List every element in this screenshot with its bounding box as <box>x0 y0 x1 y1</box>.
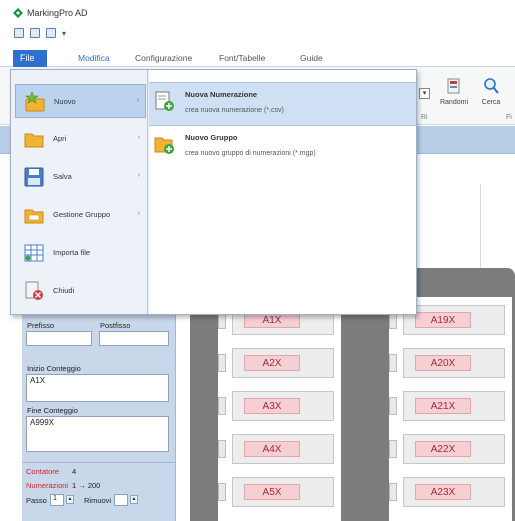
label-text[interactable]: A20X <box>415 355 471 371</box>
file-menu-commands: Nuovo › Apri › Salva › Gestione Gruppo ›… <box>11 70 148 314</box>
label-slot[interactable]: A23X <box>389 475 512 509</box>
count-start-label: Inizio Conteggio <box>27 364 81 373</box>
file-menu-item-label: Chiudi <box>53 286 75 295</box>
group-folder-icon <box>24 209 44 224</box>
search-button-label: Cerca <box>481 99 501 106</box>
chevron-right-icon: › <box>137 172 140 179</box>
qat-new-icon[interactable] <box>14 28 24 38</box>
file-menu-item-label: Importa file <box>53 248 91 257</box>
tab-configurazione[interactable]: Configurazione <box>135 53 192 63</box>
file-menu: Nuovo › Apri › Salva › Gestione Gruppo ›… <box>10 69 417 315</box>
label-text[interactable]: A4X <box>244 441 300 457</box>
save-disk-icon <box>24 167 44 187</box>
ribbon-dropdown-icon[interactable]: ▾ <box>419 88 430 99</box>
label-slot[interactable]: A22X <box>389 432 512 466</box>
tab-modifica[interactable]: Modifica <box>78 53 110 63</box>
search-button[interactable]: Cerca <box>474 77 508 106</box>
submenu-item-description: crea nuovo gruppo di numerazioni (*.mgp) <box>185 150 316 157</box>
new-group-icon <box>154 137 174 154</box>
file-menu-item-label: Salva <box>53 172 72 181</box>
numbering-range-value: 1 → 200 <box>72 481 101 490</box>
label-text[interactable]: A3X <box>244 398 300 414</box>
file-menu-item-open[interactable]: Apri › <box>15 122 146 156</box>
label-text[interactable]: A23X <box>415 484 471 500</box>
counter-section: Contatore 4 Numerazioni 1 → 200 Passo 1 … <box>22 462 176 521</box>
label-slot[interactable]: A3X <box>218 389 341 423</box>
close-document-icon <box>25 281 43 300</box>
count-end-label: Fine Conteggio <box>27 406 78 415</box>
app-logo-icon <box>13 8 23 18</box>
app-title: MarkingPro AD <box>27 8 88 18</box>
qat-customize-icon[interactable]: ▾ <box>62 29 66 38</box>
step-label: Passo <box>26 496 47 505</box>
ribbon-group-label: Ri <box>421 114 428 121</box>
ribbon-group-label: Fi <box>506 114 512 121</box>
tab-font-tabelle[interactable]: Font/Tabelle <box>219 53 265 63</box>
count-end-input[interactable]: A999X <box>26 416 169 452</box>
qat-save-icon[interactable] <box>46 28 56 38</box>
quick-access-toolbar: ▾ <box>14 26 66 40</box>
label-slot[interactable]: A2X <box>218 346 341 380</box>
file-menu-item-save[interactable]: Salva › <box>15 160 146 194</box>
search-icon <box>484 78 499 94</box>
label-strip-right: A19X A20X A21X A22X A23X <box>389 297 512 521</box>
file-menu-item-label: Gestione Gruppo <box>53 210 111 219</box>
file-menu-item-new[interactable]: Nuovo › <box>15 84 146 118</box>
label-slot[interactable]: A4X <box>218 432 341 466</box>
random-button-label: Randomi <box>439 99 468 106</box>
remove-spinner-icon[interactable]: ▴ <box>130 495 138 504</box>
remove-label: Rimuovi <box>84 496 112 505</box>
step-input[interactable]: 1 <box>50 494 64 506</box>
numbering-properties-panel: Prefisso Postfisso Inizio Conteggio A1X … <box>22 312 176 521</box>
counter-value: 4 <box>72 467 77 476</box>
label-text[interactable]: A19X <box>415 312 471 328</box>
label-slot[interactable]: A5X <box>218 475 341 509</box>
prefix-label: Prefisso <box>27 321 55 330</box>
new-numbering-icon <box>155 91 174 111</box>
new-star-folder-icon <box>25 91 45 112</box>
random-button[interactable]: Randomi <box>437 77 471 106</box>
chevron-right-icon: › <box>136 97 139 104</box>
prefix-input[interactable] <box>26 331 92 346</box>
label-text[interactable]: A2X <box>244 355 300 371</box>
numbering-range-label: Numerazioni <box>26 481 69 490</box>
title-bar: MarkingPro AD <box>0 0 515 26</box>
suffix-label: Postfisso <box>100 321 131 330</box>
chevron-right-icon: › <box>137 210 140 217</box>
file-menu-item-label: Apri <box>53 134 67 143</box>
remove-input[interactable] <box>114 494 128 506</box>
file-menu-item-import[interactable]: Importa file <box>15 236 146 270</box>
ribbon-tabs: File Modifica Configurazione Font/Tabell… <box>0 50 515 67</box>
file-menu-item-group-management[interactable]: Gestione Gruppo › <box>15 198 146 232</box>
count-start-input[interactable]: A1X <box>26 374 169 402</box>
label-text[interactable]: A5X <box>244 484 300 500</box>
submenu-item-new-group[interactable]: Nuovo Gruppo crea nuovo gruppo di numera… <box>149 126 416 170</box>
suffix-input[interactable] <box>99 331 169 346</box>
import-table-icon <box>24 244 44 262</box>
tab-guide[interactable]: Guide <box>300 53 323 63</box>
file-menu-item-label: Nuovo <box>54 97 76 106</box>
random-icon <box>447 78 460 94</box>
counter-label: Contatore <box>26 467 59 476</box>
chevron-right-icon: › <box>137 134 140 141</box>
submenu-item-description: crea nuova numerazione (*.csv) <box>185 107 284 114</box>
label-text[interactable]: A22X <box>415 441 471 457</box>
label-text[interactable]: A21X <box>415 398 471 414</box>
submenu-item-new-numbering[interactable]: Nuova Numerazione crea nuova numerazione… <box>149 82 416 126</box>
folder-open-icon <box>24 133 44 148</box>
submenu-item-title: Nuova Numerazione <box>185 90 258 99</box>
label-slot[interactable]: A21X <box>389 389 512 423</box>
submenu-item-title: Nuovo Gruppo <box>185 133 238 142</box>
tab-file[interactable]: File <box>13 50 47 67</box>
label-slot[interactable]: A20X <box>389 346 512 380</box>
file-submenu-new: Nuova Numerazione crea nuova numerazione… <box>149 70 416 314</box>
file-menu-item-close[interactable]: Chiudi <box>15 274 146 308</box>
step-spinner-icon[interactable]: ▴ <box>66 495 74 504</box>
qat-open-icon[interactable] <box>30 28 40 38</box>
label-strip-left: A1X A2X A3X A4X A5X <box>218 297 341 521</box>
